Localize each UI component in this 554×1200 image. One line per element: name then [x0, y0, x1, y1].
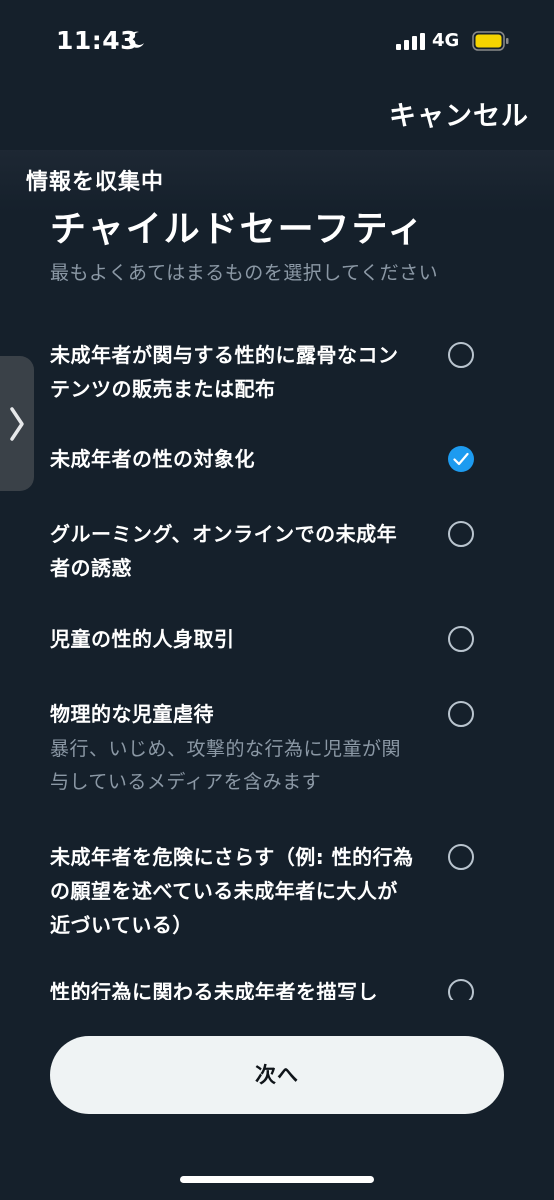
home-indicator [180, 1176, 374, 1183]
loading-banner: 情報を収集中 [0, 150, 554, 212]
status-bar: 11:43 4G [0, 0, 554, 80]
option-item[interactable]: 児童の性的人身取引 [50, 622, 520, 656]
moon-icon [128, 31, 144, 48]
option-label: 未成年者を危険にさらす（例: 性的行為の願望を述べている未成年者に大人が近づいて… [50, 845, 414, 937]
radio-button[interactable] [448, 626, 474, 652]
radio-button-selected[interactable] [448, 446, 474, 472]
option-label: 物理的な児童虐待 [50, 702, 214, 726]
radio-button[interactable] [448, 979, 474, 1000]
check-icon [453, 452, 469, 466]
cancel-button[interactable]: キャンセル [389, 94, 529, 133]
radio-button[interactable] [448, 701, 474, 727]
battery-icon [472, 31, 509, 51]
radio-button[interactable] [448, 844, 474, 870]
network-label: 4G [432, 30, 460, 51]
option-label: 未成年者の性の対象化 [50, 447, 255, 471]
option-item[interactable]: グルーミング、オンラインでの未成年者の誘惑 [50, 517, 520, 585]
option-item[interactable]: 性的行為に関わる未成年者を描写し [50, 975, 520, 1000]
option-item[interactable]: 物理的な児童虐待 暴行、いじめ、攻撃的な行為に児童が関与しているメディアを含みま… [50, 697, 520, 799]
option-description: 暴行、いじめ、攻撃的な行為に児童が関与しているメディアを含みます [50, 738, 402, 793]
side-panel-handle[interactable] [0, 356, 34, 491]
option-label: 性的行為に関わる未成年者を描写し [50, 980, 378, 1000]
header-bar: キャンセル [0, 80, 554, 150]
option-item[interactable]: 未成年者が関与する性的に露骨なコンテンツの販売または配布 [50, 338, 520, 406]
option-item[interactable]: 未成年者を危険にさらす（例: 性的行為の願望を述べている未成年者に大人が近づいて… [50, 840, 520, 942]
loading-text: 情報を収集中 [26, 170, 165, 195]
radio-button[interactable] [448, 521, 474, 547]
chevron-right-icon [10, 407, 24, 441]
signal-icon [396, 33, 425, 50]
next-button[interactable]: 次へ [50, 1036, 504, 1114]
option-item[interactable]: 未成年者の性の対象化 [50, 442, 520, 476]
radio-button[interactable] [448, 342, 474, 368]
option-label: 未成年者が関与する性的に露骨なコンテンツの販売または配布 [50, 343, 399, 401]
option-label: グルーミング、オンラインでの未成年者の誘惑 [50, 522, 398, 580]
report-content[interactable]: チャイルドセーフティ 最もよくあてはまるものを選択してください 未成年者が関与す… [0, 150, 554, 1000]
section-subtitle: 最もよくあてはまるものを選択してください [50, 262, 439, 284]
option-label: 児童の性的人身取引 [50, 627, 235, 651]
